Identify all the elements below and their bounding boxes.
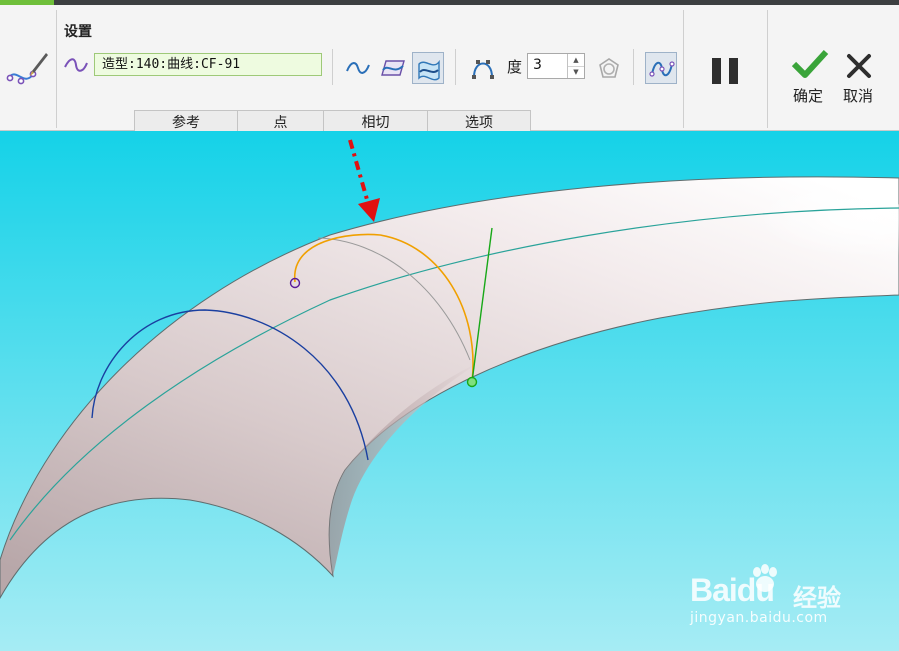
planar-curve-button[interactable] (377, 52, 409, 84)
separator (683, 10, 684, 128)
free-curve-button[interactable] (342, 52, 374, 84)
shape-handle-button[interactable] (593, 52, 625, 84)
free-curve-icon (346, 62, 370, 74)
degree-label: 度 (507, 58, 523, 76)
watermark-cn: 经验 (793, 584, 841, 612)
pause-icon (712, 58, 721, 84)
spin-down-icon[interactable]: ▼ (567, 66, 584, 78)
panel-title: 设置 (64, 24, 92, 40)
paw-logo-icon (753, 564, 777, 592)
separator (455, 49, 456, 85)
pause-button[interactable] (710, 54, 742, 86)
surface-curve-button[interactable] (412, 52, 444, 84)
pause-icon (729, 58, 738, 84)
separator (56, 10, 57, 128)
ribbon-panel: 设置 造型:140:曲线:CF-91 度 3 ▲ ▼ 确定 取消 参考 点 相切… (0, 5, 899, 135)
watermark: Baidu 经验 jingyan.baidu.com (690, 564, 860, 632)
checkmark-icon[interactable] (791, 48, 829, 80)
separator (767, 10, 768, 128)
shape-handle-icon (599, 58, 619, 78)
surface-curve-icon (418, 59, 440, 81)
close-icon[interactable] (845, 52, 873, 80)
degree-value[interactable]: 3 (533, 57, 542, 73)
cancel-button[interactable]: 取消 (843, 85, 873, 106)
end-point-handle[interactable] (466, 376, 478, 388)
control-point-icon (472, 60, 494, 79)
interpolate-icon (649, 61, 675, 77)
control-point-button[interactable] (467, 52, 499, 84)
separator (633, 49, 634, 85)
interpolate-button[interactable] (645, 52, 677, 84)
degree-spinner[interactable]: 3 ▲ ▼ (527, 53, 585, 79)
curve-reference-field[interactable]: 造型:140:曲线:CF-91 (94, 53, 322, 76)
curve-wave-icon (64, 58, 88, 72)
curve-edit-tool-icon[interactable] (4, 45, 50, 91)
separator (332, 49, 333, 85)
planar-curve-icon (381, 60, 405, 76)
watermark-url: jingyan.baidu.com (690, 610, 828, 626)
ok-button[interactable]: 确定 (793, 85, 823, 106)
